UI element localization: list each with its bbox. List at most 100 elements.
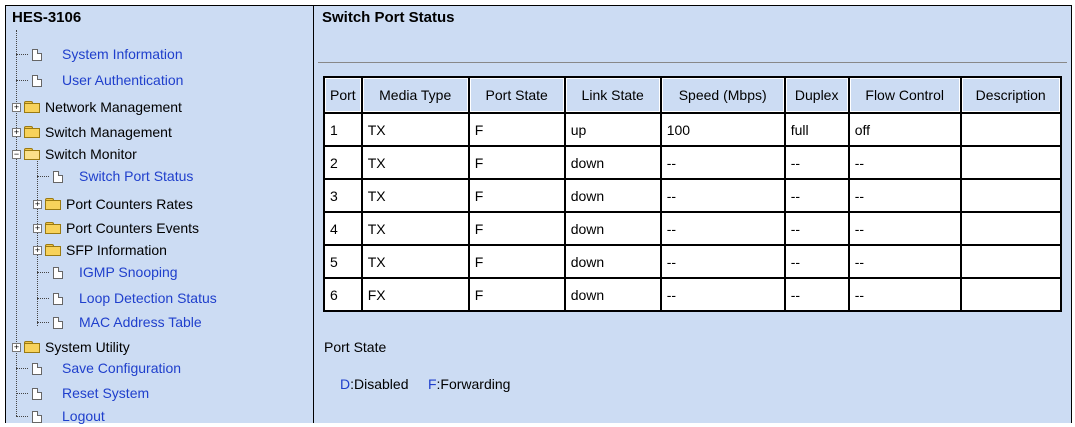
cell-description — [961, 180, 1060, 211]
legend-title: Port State — [324, 339, 387, 355]
table-row: 5 TX Fdown -- -- -- — [325, 246, 1060, 277]
cell-link-state: down — [565, 180, 660, 211]
table-header-row: Port Media Type Port State Link State Sp… — [325, 78, 1060, 112]
folder-icon — [24, 101, 40, 113]
sidebar-item-network-management[interactable]: + Network Management — [12, 96, 306, 118]
sidebar-item-port-counters-rates[interactable]: + Port Counters Rates — [33, 193, 306, 215]
legend-text-forwarding: :Forwarding — [436, 376, 511, 392]
expand-icon[interactable]: + — [12, 343, 21, 352]
cell-flow-control: -- — [849, 180, 960, 211]
sidebar-item-reset-system[interactable]: Reset System — [16, 382, 306, 404]
sidebar-item-mac-address-table[interactable]: MAC Address Table — [37, 311, 306, 333]
sidebar-item-switch-management[interactable]: + Switch Management — [12, 121, 306, 143]
cell-flow-control: -- — [849, 279, 960, 310]
cell-duplex: -- — [785, 213, 848, 244]
expand-icon[interactable]: + — [33, 224, 42, 233]
cell-media-type: TX — [362, 147, 468, 178]
cell-flow-control: -- — [849, 246, 960, 277]
cell-media-type: TX — [362, 246, 468, 277]
page-icon — [32, 388, 42, 400]
sidebar-item-system-information[interactable]: System Information — [16, 43, 306, 65]
col-header-port-state: Port State — [469, 78, 564, 112]
sidebar: HES-3106 System Information User Authent… — [6, 6, 314, 424]
cell-media-type: TX — [362, 180, 468, 211]
table-row: 1 TX Fup 100 full off — [325, 114, 1060, 145]
col-header-port: Port — [325, 78, 361, 112]
cell-duplex: -- — [785, 279, 848, 310]
page-icon — [53, 293, 63, 305]
port-status-table: Port Media Type Port State Link State Sp… — [323, 76, 1062, 312]
page-title: Switch Port Status — [322, 9, 455, 26]
folder-icon — [45, 222, 61, 234]
cell-speed: -- — [661, 279, 784, 310]
cell-speed: 100 — [661, 114, 784, 145]
cell-media-type: TX — [362, 114, 468, 145]
sidebar-item-system-utility[interactable]: + System Utility — [12, 336, 306, 358]
page-icon — [53, 267, 63, 279]
cell-port-state: F — [469, 147, 564, 178]
legend-text-disabled: :Disabled — [350, 376, 409, 392]
cell-link-state: up — [565, 114, 660, 145]
cell-description — [961, 279, 1060, 310]
cell-description — [961, 246, 1060, 277]
sidebar-item-loop-detection-status[interactable]: Loop Detection Status — [37, 287, 306, 309]
collapse-icon[interactable]: − — [12, 150, 21, 159]
cell-port-state: F — [469, 114, 564, 145]
cell-speed: -- — [661, 180, 784, 211]
cell-port-state: F — [469, 213, 564, 244]
col-header-link-state: Link State — [565, 78, 660, 112]
col-header-speed: Speed (Mbps) — [661, 78, 784, 112]
table-row: 6 FX Fdown -- -- -- — [325, 279, 1060, 310]
cell-port-state: F — [469, 279, 564, 310]
title-divider — [318, 62, 1067, 63]
page-icon — [32, 411, 42, 423]
cell-duplex: -- — [785, 246, 848, 277]
cell-media-type: TX — [362, 213, 468, 244]
sidebar-item-sfp-information[interactable]: + SFP Information — [33, 239, 306, 261]
page-icon — [32, 75, 42, 87]
expand-icon[interactable]: + — [33, 200, 42, 209]
sidebar-item-igmp-snooping[interactable]: IGMP Snooping — [37, 261, 306, 283]
cell-link-state: down — [565, 246, 660, 277]
sidebar-item-port-counters-events[interactable]: + Port Counters Events — [33, 217, 306, 239]
sidebar-item-save-configuration[interactable]: Save Configuration — [16, 357, 306, 379]
expand-icon[interactable]: + — [12, 128, 21, 137]
col-header-description: Description — [961, 78, 1060, 112]
page-icon — [53, 171, 63, 183]
folder-icon — [45, 198, 61, 210]
cell-flow-control: -- — [849, 147, 960, 178]
sidebar-item-user-authentication[interactable]: User Authentication — [16, 69, 306, 91]
page-icon — [32, 363, 42, 375]
cell-speed: -- — [661, 147, 784, 178]
table-row: 2 TX Fdown -- -- -- — [325, 147, 1060, 178]
cell-port: 5 — [325, 246, 361, 277]
main-panel: Switch Port Status Port Media Type Port … — [314, 6, 1071, 423]
sidebar-item-switch-port-status[interactable]: Switch Port Status — [37, 165, 306, 187]
cell-link-state: down — [565, 147, 660, 178]
cell-description — [961, 147, 1060, 178]
col-header-media-type: Media Type — [362, 78, 468, 112]
page-icon — [53, 317, 63, 329]
table-row: 3 TX Fdown -- -- -- — [325, 180, 1060, 211]
folder-icon — [45, 244, 61, 256]
cell-duplex: -- — [785, 180, 848, 211]
legend-key-forwarding: F — [427, 376, 437, 392]
expand-icon[interactable]: + — [12, 103, 21, 112]
page-icon — [32, 49, 42, 61]
cell-link-state: down — [565, 279, 660, 310]
cell-port: 6 — [325, 279, 361, 310]
cell-link-state: down — [565, 213, 660, 244]
cell-port: 4 — [325, 213, 361, 244]
folder-open-icon — [24, 148, 40, 160]
page-frame: HES-3106 System Information User Authent… — [5, 5, 1072, 424]
sidebar-item-switch-monitor[interactable]: − Switch Monitor — [12, 143, 306, 165]
expand-icon[interactable]: + — [33, 246, 42, 255]
cell-port-state: F — [469, 180, 564, 211]
col-header-flow-control: Flow Control — [849, 78, 960, 112]
cell-duplex: -- — [785, 147, 848, 178]
folder-icon — [24, 126, 40, 138]
cell-media-type: FX — [362, 279, 468, 310]
sidebar-item-logout[interactable]: Logout — [16, 405, 306, 427]
cell-speed: -- — [661, 246, 784, 277]
legend-key-disabled: D — [340, 376, 351, 392]
